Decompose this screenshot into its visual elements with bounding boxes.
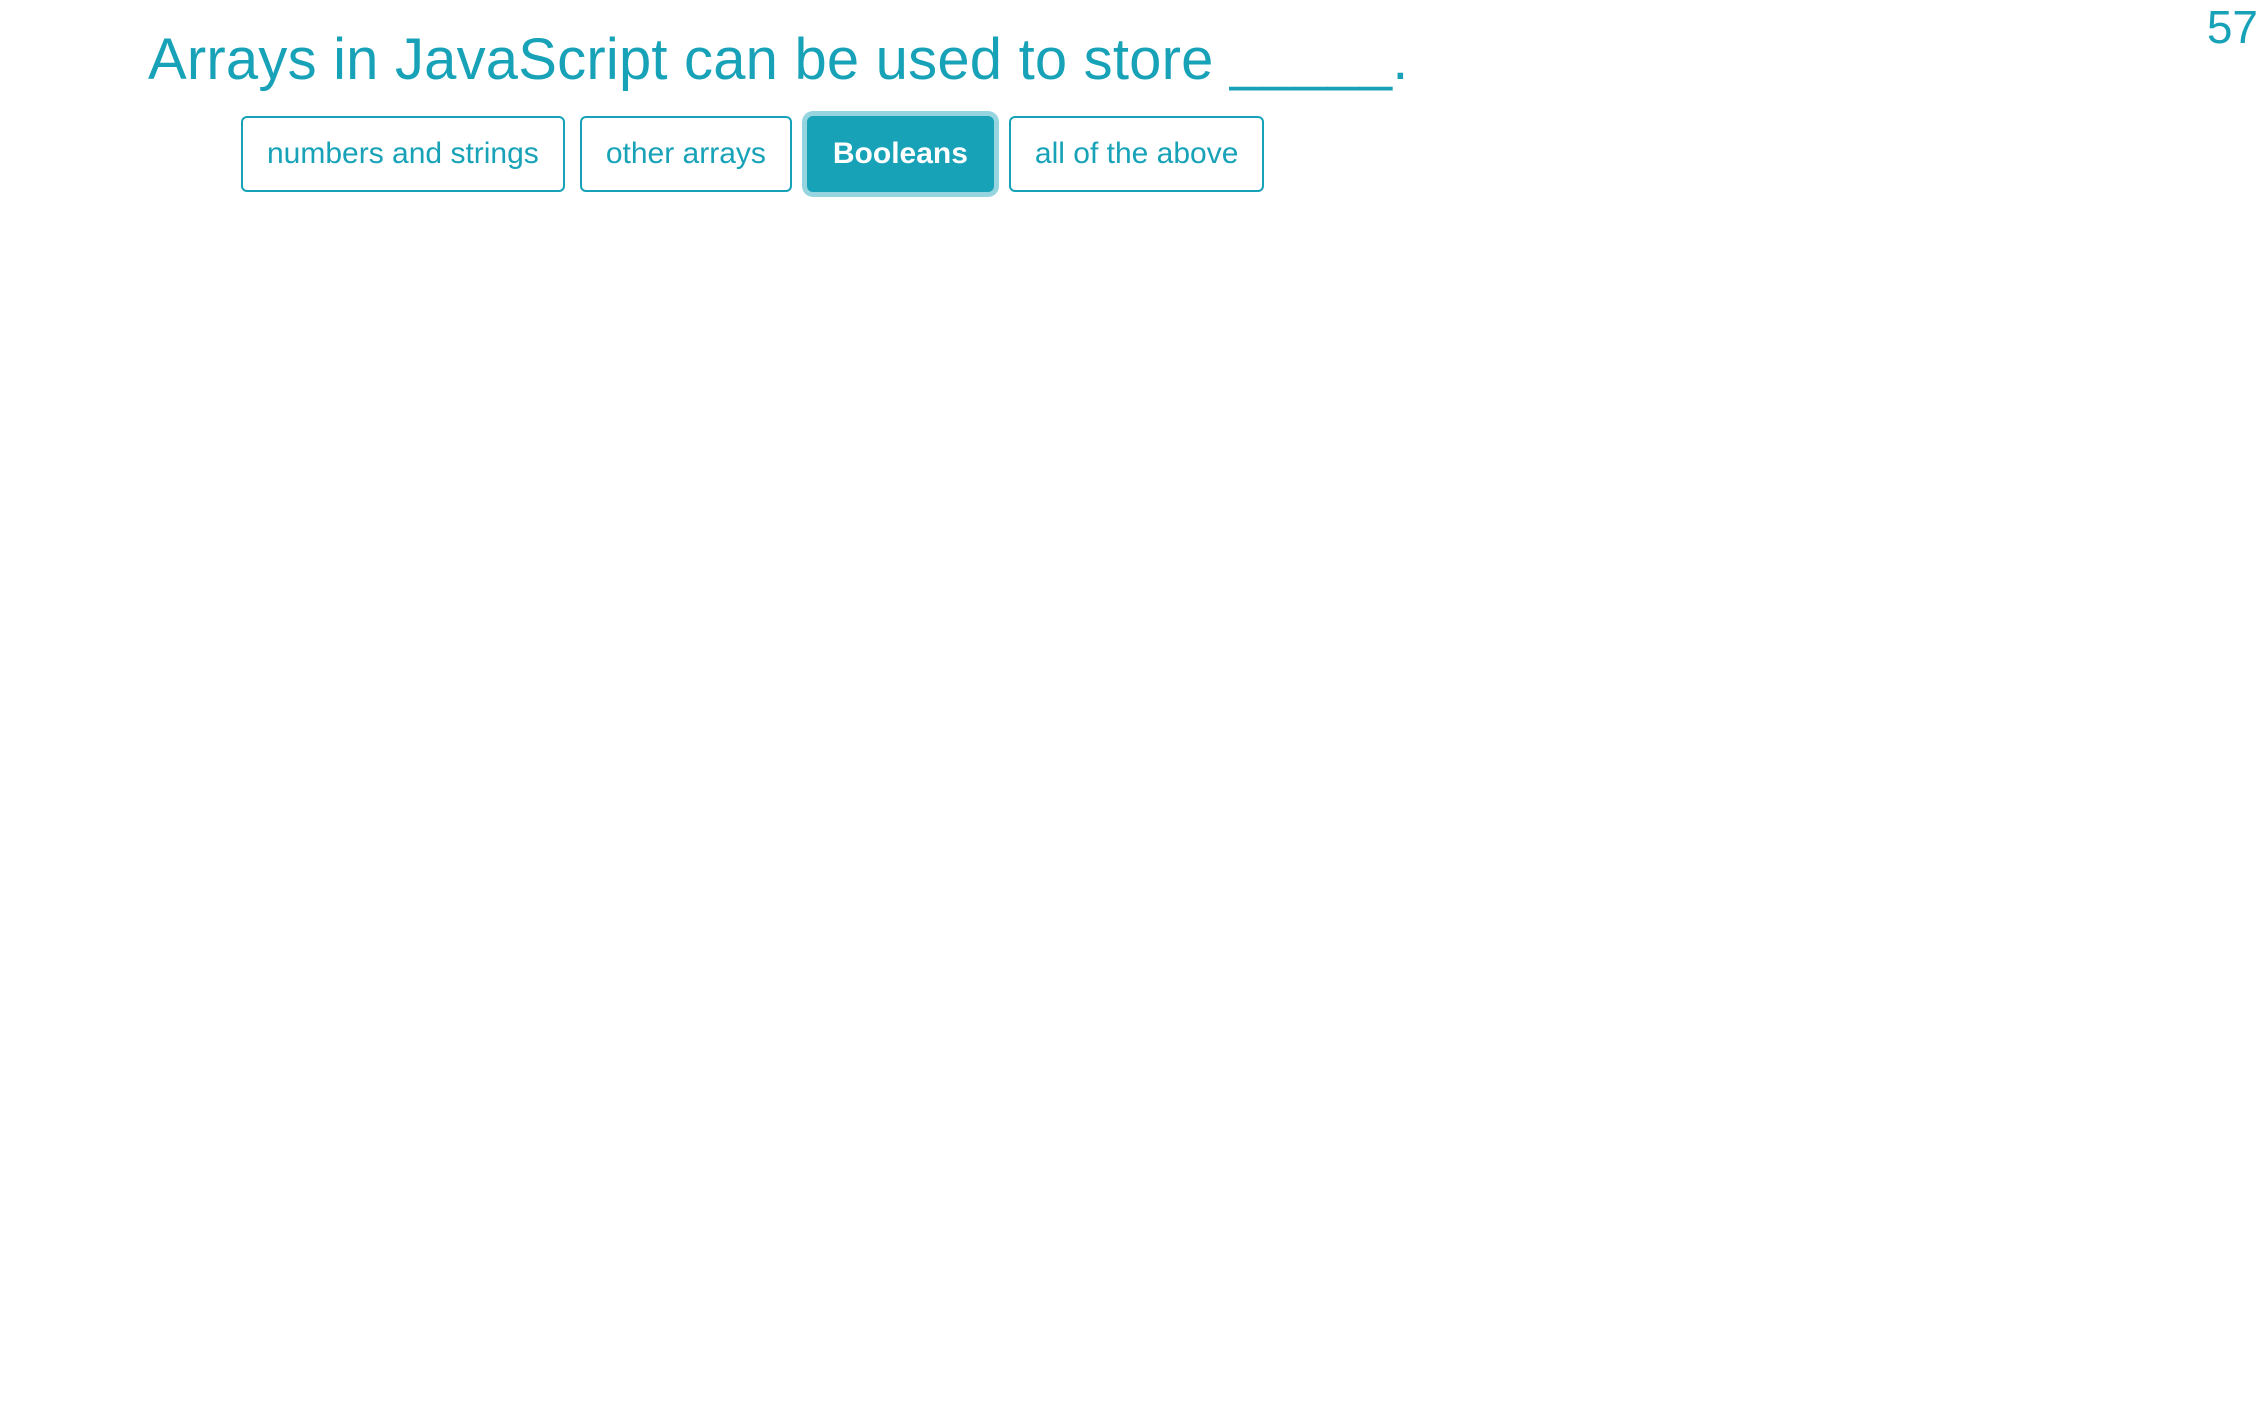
option-all-of-the-above-button[interactable]: all of the above — [1008, 116, 1265, 192]
question-text: Arrays in JavaScript can be used to stor… — [148, 27, 1409, 92]
answer-options: numbers and strings other arrays Boolean… — [241, 116, 1265, 192]
option-other-arrays-button[interactable]: other arrays — [579, 116, 792, 192]
option-numbers-and-strings-button[interactable]: numbers and strings — [241, 116, 565, 192]
question-counter: 57 — [2206, 1, 2258, 53]
option-booleans-button[interactable]: Booleans — [806, 116, 994, 192]
